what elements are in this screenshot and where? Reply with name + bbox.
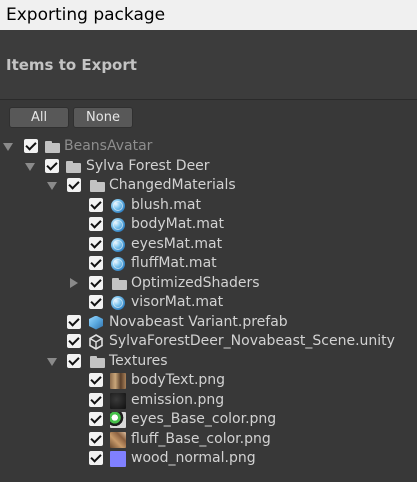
checkbox-checked[interactable] [45, 158, 59, 173]
tree-row-label: Textures [109, 352, 168, 369]
tree-row-bodymat-mat[interactable]: bodyMat.mat [0, 215, 417, 235]
checkbox-checked[interactable] [89, 236, 103, 251]
checkbox-checked[interactable] [89, 451, 103, 465]
checkbox-checked[interactable] [89, 217, 103, 231]
tree-row-beansavatar[interactable]: BeansAvatar [0, 137, 417, 157]
tree-row-textures[interactable]: Textures [0, 352, 417, 372]
checkbox-checked[interactable] [89, 373, 103, 387]
tree-row-label: Novabeast Variant.prefab [109, 313, 288, 330]
tree-row-wood-normal-png[interactable]: wood_normal.png [0, 449, 417, 469]
expand-arrow-right-icon[interactable] [70, 277, 78, 288]
tree-row-blush-mat[interactable]: blush.mat [0, 196, 417, 216]
checkbox-checked[interactable] [89, 431, 103, 446]
tree-row-visormat-mat[interactable]: visorMat.mat [0, 293, 417, 313]
tree-row-eyes-base-color-png[interactable]: eyes_Base_color.png [0, 410, 417, 430]
expand-arrow-down-icon[interactable] [3, 143, 13, 151]
window-title-bar: Exporting package [0, 0, 417, 30]
tree-row-eyesmat-mat[interactable]: eyesMat.mat [0, 235, 417, 255]
texture-icon [110, 392, 126, 409]
checkbox-checked[interactable] [24, 139, 38, 153]
tree-row-emission-png[interactable]: emission.png [0, 391, 417, 411]
folder-icon [45, 139, 61, 155]
tree-row-changedmaterials[interactable]: ChangedMaterials [0, 176, 417, 196]
tree-row-label: Sylva Forest Deer [86, 157, 210, 174]
expand-arrow-down-icon[interactable] [47, 182, 57, 190]
tree-row-fluffmat-mat[interactable]: fluffMat.mat [0, 254, 417, 274]
tree-row-label: wood_normal.png [131, 450, 256, 466]
tree-row-label: bodyText.png [131, 372, 226, 388]
tree-row-label: ChangedMaterials [109, 177, 236, 193]
checkbox-checked[interactable] [89, 197, 103, 212]
tree-row-label: BeansAvatar [64, 138, 153, 154]
material-icon [110, 198, 126, 214]
tree-row-novabeast-variant-prefab[interactable]: Novabeast Variant.prefab [0, 313, 417, 333]
select-all-button[interactable]: All [9, 107, 69, 128]
folder-icon [90, 354, 106, 370]
material-icon [110, 256, 126, 272]
texture-icon [110, 451, 126, 467]
checkbox-checked[interactable] [67, 178, 81, 192]
window-title: Exporting package [6, 5, 166, 25]
tree-row-label: bodyMat.mat [131, 216, 224, 232]
tree-row-fluff-base-color-png[interactable]: fluff_Base_color.png [0, 430, 417, 450]
material-icon [110, 217, 126, 233]
tree-row-label: eyesMat.mat [131, 235, 223, 252]
select-none-button[interactable]: None [73, 107, 133, 128]
export-header: Items to Export [0, 30, 417, 100]
prefab-variant-icon [88, 315, 104, 331]
folder-icon [66, 159, 82, 175]
items-to-export-heading: Items to Export [6, 56, 137, 74]
texture-icon [110, 412, 126, 428]
checkbox-checked[interactable] [89, 392, 103, 407]
checkbox-checked[interactable] [89, 412, 103, 426]
export-package-window: Items to Export All None BeansAvatar Syl… [0, 30, 417, 482]
checkbox-checked[interactable] [89, 275, 103, 290]
texture-icon [110, 431, 126, 448]
tree-row-label: emission.png [131, 391, 225, 408]
expand-arrow-down-icon[interactable] [47, 357, 57, 366]
texture-icon [110, 373, 126, 389]
material-icon [110, 237, 126, 253]
checkbox-checked[interactable] [67, 314, 81, 329]
checkbox-checked[interactable] [89, 256, 103, 270]
tree-row-scene-unity[interactable]: SylvaForestDeer_Novabeast_Scene.unity [0, 332, 417, 352]
tree-row-sylva-forest-deer[interactable]: Sylva Forest Deer [0, 157, 417, 177]
folder-icon [90, 178, 106, 194]
folder-icon [112, 276, 128, 292]
tree-row-label: fluffMat.mat [131, 255, 217, 271]
checkbox-checked[interactable] [89, 295, 103, 309]
checkbox-checked[interactable] [67, 334, 81, 348]
tree-row-label: eyes_Base_color.png [131, 411, 277, 427]
tree-row-label: SylvaForestDeer_Novabeast_Scene.unity [109, 333, 395, 349]
tree-row-optimizedshaders[interactable]: OptimizedShaders [0, 274, 417, 294]
tree-row-label: fluff_Base_color.png [131, 430, 271, 447]
material-icon [110, 295, 126, 311]
tree-row-label: blush.mat [131, 196, 201, 213]
checkbox-checked[interactable] [67, 353, 81, 368]
expand-arrow-down-icon[interactable] [25, 162, 35, 171]
tree-row-bodytext-png[interactable]: bodyText.png [0, 371, 417, 391]
unity-scene-icon [88, 334, 104, 350]
tree-row-label: OptimizedShaders [131, 274, 260, 291]
tree-row-label: visorMat.mat [131, 294, 224, 310]
